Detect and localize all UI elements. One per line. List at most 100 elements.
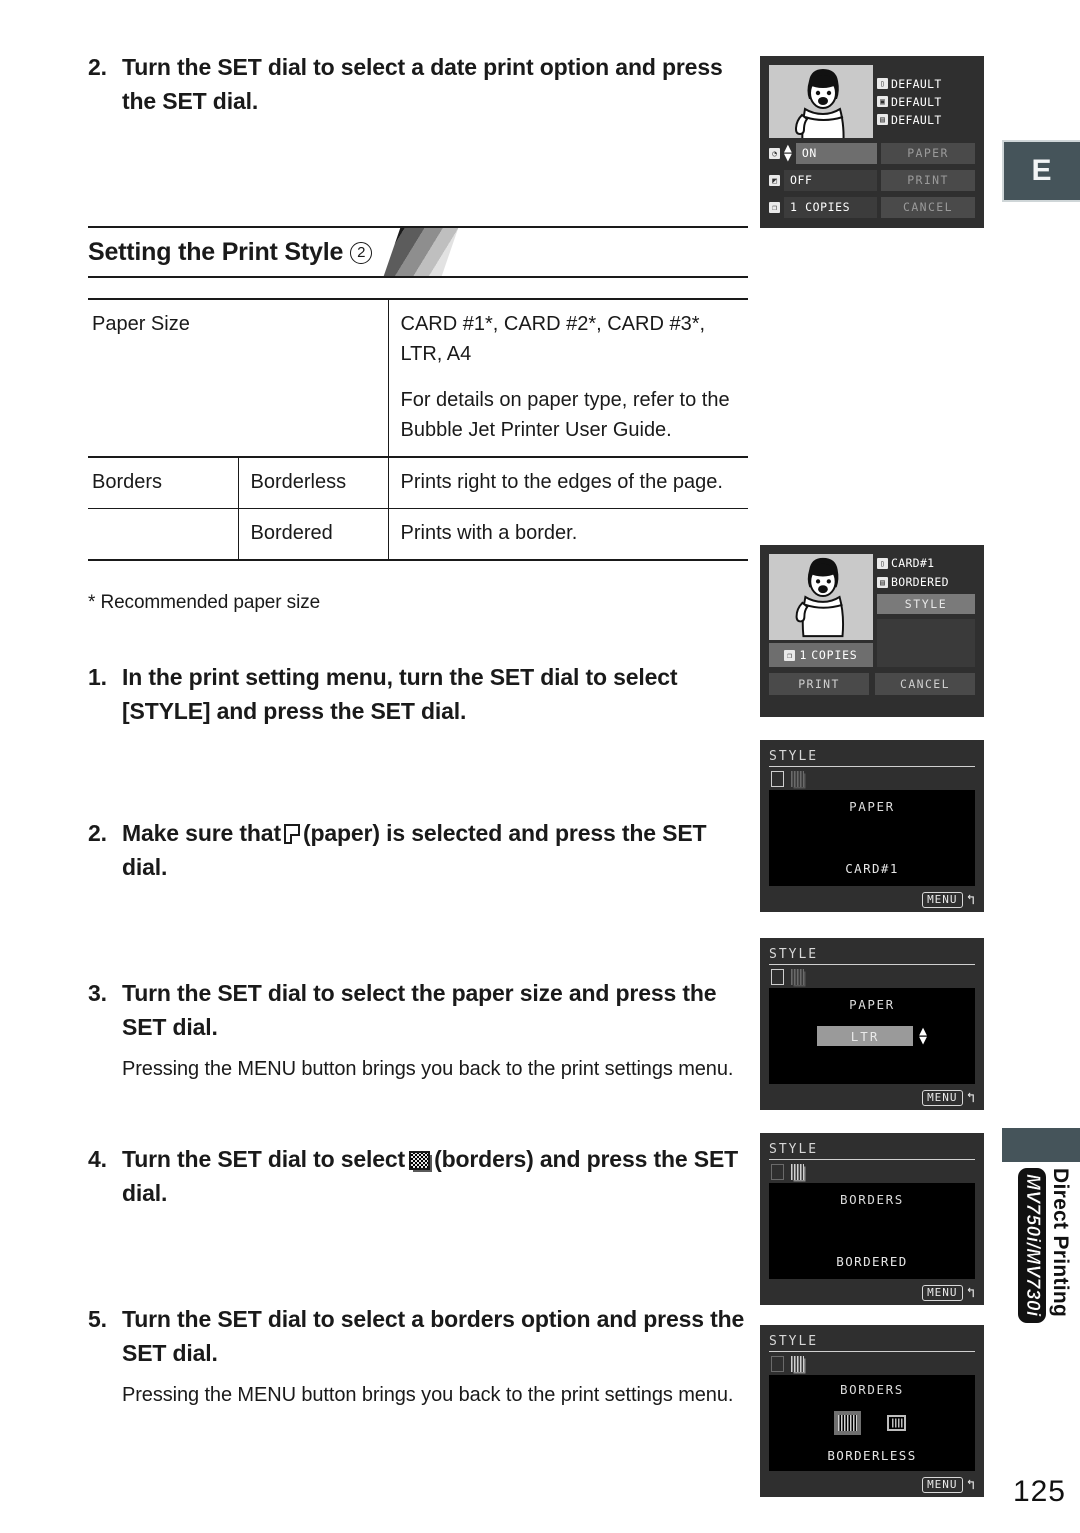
banner-rule-bottom	[88, 276, 748, 279]
paper-button[interactable]: PAPER	[881, 142, 975, 164]
return-icon: ↰	[966, 1477, 975, 1493]
row-desc-line: For details on paper type, refer to the …	[400, 389, 730, 442]
borders-tab-icon[interactable]	[791, 969, 804, 985]
table-row: Paper Size CARD #1*, CARD #2*, CARD #3*,…	[88, 298, 748, 458]
borders-icon	[409, 1151, 431, 1171]
borders-tab-icon[interactable]	[791, 771, 804, 787]
step-1: 1. In the print setting menu, turn the S…	[88, 660, 748, 728]
print-button[interactable]: PRINT	[881, 169, 975, 191]
copies-value[interactable]: 1 COPIES	[784, 196, 877, 218]
borderless-choice-icon[interactable]	[834, 1410, 861, 1435]
step-3: 3. Turn the SET dial to select the paper…	[88, 976, 748, 1044]
step-number: 1.	[88, 664, 107, 691]
effect-icon: ◩	[769, 174, 780, 186]
screen-title: STYLE	[769, 749, 975, 767]
copies-icon: ❐	[769, 201, 780, 213]
print-button[interactable]: PRINT	[769, 673, 869, 695]
lcd-style-borders-select-screen: STYLE BORDERS BORDERLESS MENU ↰	[760, 1325, 984, 1497]
style-button[interactable]: STYLE	[877, 594, 975, 614]
paper-mini-icon: ▯	[877, 78, 888, 89]
step-number: 5.	[88, 1306, 107, 1333]
effect-setting-row: ◩ OFF PRINT	[769, 168, 975, 192]
effect-value[interactable]: OFF	[784, 169, 877, 191]
step-text: Turn the SET dial to select a borders op…	[122, 1306, 745, 1367]
setting-label: PAPER	[849, 799, 895, 814]
paper-option-row: ▯ CARD#1	[877, 556, 975, 570]
section-title: Setting the Print Style 2	[88, 237, 373, 267]
intro-step: 2. Turn the SET dial to select a date pr…	[88, 50, 748, 118]
step-text: Turn the SET dial to select a date print…	[122, 54, 723, 115]
return-icon: ↰	[966, 1285, 975, 1301]
row-sublabel: Bordered	[237, 508, 388, 561]
section-banner: Setting the Print Style 2	[88, 226, 748, 279]
language-tab-label: E	[1031, 154, 1053, 187]
menu-button[interactable]: MENU	[922, 1090, 963, 1106]
paper-tab-icon[interactable]	[771, 1164, 784, 1180]
updown-icon: ▲ ▼	[784, 140, 792, 165]
menu-button[interactable]: MENU	[922, 892, 963, 908]
table-footnote: * Recommended paper size	[88, 592, 321, 614]
return-icon: ↰	[966, 892, 975, 908]
option-row: ▣ DEFAULT	[877, 95, 975, 109]
step-text: In the print setting menu, turn the SET …	[122, 664, 678, 725]
copies-count: 1	[790, 200, 798, 214]
step-number: 3.	[88, 980, 107, 1007]
date-value[interactable]: ON	[795, 142, 877, 164]
table-row: Bordered Prints with a border.	[88, 508, 748, 561]
bordered-choice-icon[interactable]	[887, 1414, 906, 1431]
borders-mini-icon: ▣	[877, 96, 888, 107]
language-tab: E	[1002, 140, 1080, 202]
cancel-button[interactable]: CANCEL	[881, 196, 975, 218]
paper-size-selector[interactable]: LTR	[817, 1026, 914, 1046]
option-row: ▤ DEFAULT	[877, 113, 975, 127]
step-number: 4.	[88, 1146, 107, 1173]
option-value: DEFAULT	[891, 76, 942, 91]
copies-count: 1	[799, 648, 808, 662]
screen-title: STYLE	[769, 1142, 975, 1160]
paper-tab-icon[interactable]	[771, 969, 784, 985]
step-5: 5. Turn the SET dial to select a borders…	[88, 1302, 748, 1370]
step-number: 2.	[88, 820, 107, 847]
copies-field[interactable]: ❐ 1 COPIES	[769, 643, 873, 667]
step-text: Make sure that (paper) is selected and pr…	[122, 816, 748, 884]
table-row: Borders Borderless Prints right to the e…	[88, 456, 748, 509]
step-5-note: Pressing the MENU button brings you back…	[122, 1384, 734, 1407]
updown-icon: ▲ ▼	[919, 1023, 927, 1048]
lcd-date-print-screen: ▯ DEFAULT ▣ DEFAULT ▤ DEFAULT ◔ ▲ ▼ ON P…	[760, 56, 984, 228]
menu-button[interactable]: MENU	[922, 1285, 963, 1301]
table-bottom-rule	[88, 559, 748, 582]
section-title-text: Setting the Print Style	[88, 237, 344, 266]
cancel-button[interactable]: CANCEL	[875, 673, 975, 695]
side-tab-label: Direct Printing	[1049, 1168, 1072, 1318]
clock-icon: ◔	[769, 147, 780, 159]
borders-value: BORDERED	[891, 575, 949, 589]
paper-tab-icon[interactable]	[771, 1356, 784, 1372]
setting-label: PAPER	[849, 997, 895, 1012]
setting-value: BORDERLESS	[827, 1448, 917, 1463]
photo-thumbnail	[769, 65, 873, 138]
paper-tab-icon[interactable]	[771, 771, 784, 787]
paper-icon	[283, 824, 300, 845]
option-value: DEFAULT	[891, 94, 942, 109]
step-text: Turn the SET dial to select (borders) and…	[122, 1142, 748, 1210]
print-style-table: Paper Size CARD #1*, CARD #2*, CARD #3*,…	[88, 298, 748, 582]
option-row: ▯ DEFAULT	[877, 77, 975, 91]
borders-tab-icon[interactable]	[791, 1164, 804, 1180]
borders-tab-icon[interactable]	[791, 1356, 804, 1372]
copies-icon: ❐	[784, 649, 796, 661]
lcd-style-paper-select-screen: STYLE PAPER LTR ▲ ▼ MENU ↰	[760, 938, 984, 1110]
setting-value: CARD#1	[845, 861, 899, 876]
screen-title: STYLE	[769, 947, 975, 965]
lcd-style-paper-screen: STYLE PAPER CARD#1 MENU ↰	[760, 740, 984, 912]
step-2: 2. Make sure that (paper) is selected and…	[88, 816, 748, 884]
step-text-before: Make sure that	[122, 820, 281, 847]
page-content: 2. Turn the SET dial to select a date pr…	[88, 0, 748, 1410]
row-desc-line: CARD #1*, CARD #2*, CARD #3*, LTR, A4	[400, 313, 706, 366]
paper-value: CARD#1	[891, 556, 935, 570]
copies-setting-row: ❐ 1 COPIES CANCEL	[769, 195, 975, 219]
style-mini-icon: ▤	[877, 114, 888, 125]
setting-value: BORDERED	[836, 1254, 908, 1269]
step-4: 4. Turn the SET dial to select (borders) …	[88, 1142, 748, 1210]
row-label: Borders	[88, 456, 238, 509]
menu-button[interactable]: MENU	[922, 1477, 963, 1493]
